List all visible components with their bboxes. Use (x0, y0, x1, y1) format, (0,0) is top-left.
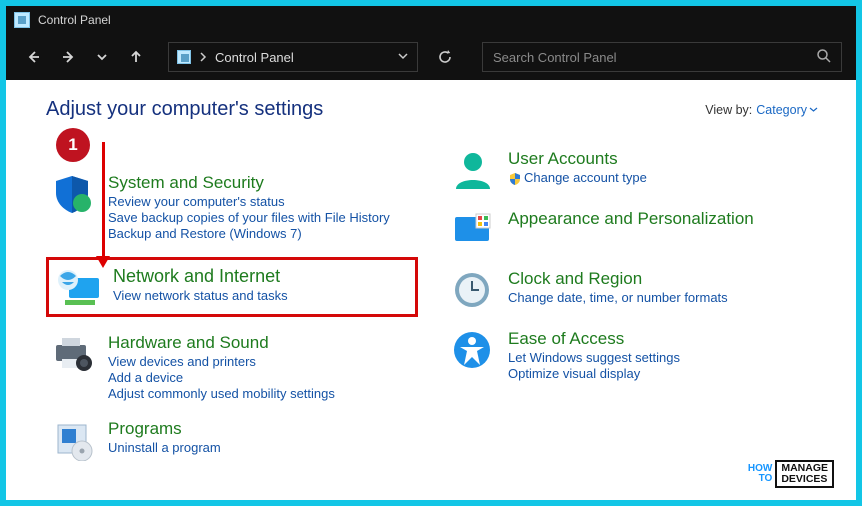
control-panel-icon (14, 12, 30, 28)
search-icon (816, 48, 831, 66)
search-input[interactable] (493, 50, 816, 65)
annotation-arrow (102, 142, 105, 258)
page-heading: Adjust your computer's settings (46, 98, 323, 121)
recent-dropdown-button[interactable] (88, 43, 116, 71)
category-title[interactable]: User Accounts (508, 149, 647, 169)
address-icon (177, 50, 191, 64)
back-button[interactable] (20, 43, 48, 71)
navigation-toolbar: Control Panel (6, 34, 856, 80)
programs-icon (50, 419, 96, 461)
category-title[interactable]: Appearance and Personalization (508, 209, 754, 229)
printer-icon (50, 333, 96, 375)
refresh-button[interactable] (428, 42, 462, 72)
up-button[interactable] (122, 43, 150, 71)
chevron-down-icon (809, 105, 818, 114)
category-clock-region: Clock and Region Change date, time, or n… (446, 267, 818, 313)
accessibility-icon (450, 329, 496, 371)
clock-icon (450, 269, 496, 311)
category-title[interactable]: Clock and Region (508, 269, 728, 289)
category-link[interactable]: Review your computer's status (108, 194, 390, 209)
category-link[interactable]: Add a device (108, 370, 335, 385)
content-area: 1 Adjust your computer's settings View b… (6, 80, 856, 500)
view-by-label: View by: (705, 103, 752, 117)
view-by-control: View by: Category (705, 103, 818, 117)
address-bar[interactable]: Control Panel (168, 42, 418, 72)
category-link[interactable]: View devices and printers (108, 354, 335, 369)
appearance-icon (450, 209, 496, 251)
control-panel-window: Control Panel Control Panel (6, 6, 856, 500)
title-bar: Control Panel (6, 6, 856, 34)
category-title[interactable]: Hardware and Sound (108, 333, 335, 353)
category-link[interactable]: Save backup copies of your files with Fi… (108, 210, 390, 225)
category-user-accounts: User Accounts Change account type (446, 147, 818, 193)
user-icon (450, 149, 496, 191)
category-link[interactable]: Adjust commonly used mobility settings (108, 386, 335, 401)
search-box[interactable] (482, 42, 842, 72)
category-title[interactable]: System and Security (108, 173, 390, 193)
category-hardware-sound: Hardware and Sound View devices and prin… (46, 331, 418, 403)
category-link[interactable]: Uninstall a program (108, 440, 221, 455)
watermark-logo: HOW TO MANAGE DEVICES (748, 460, 834, 488)
view-by-dropdown[interactable]: Category (756, 103, 818, 117)
category-programs: Programs Uninstall a program (46, 417, 418, 463)
category-link[interactable]: Let Windows suggest settings (508, 350, 680, 365)
network-icon (55, 266, 101, 308)
category-title[interactable]: Network and Internet (113, 266, 288, 287)
category-appearance-personalization: Appearance and Personalization (446, 207, 818, 253)
category-ease-of-access: Ease of Access Let Windows suggest setti… (446, 327, 818, 383)
window-title: Control Panel (38, 13, 111, 27)
category-link[interactable]: Optimize visual display (508, 366, 680, 381)
breadcrumb-item[interactable]: Control Panel (215, 50, 294, 65)
category-link[interactable]: Change date, time, or number formats (508, 290, 728, 305)
chevron-right-icon (199, 52, 207, 62)
address-dropdown-button[interactable] (397, 50, 409, 65)
forward-button[interactable] (54, 43, 82, 71)
category-link[interactable]: Change account type (508, 170, 647, 186)
category-link[interactable]: Backup and Restore (Windows 7) (108, 226, 390, 241)
category-link[interactable]: View network status and tasks (113, 288, 288, 303)
shield-icon (50, 173, 96, 215)
category-title[interactable]: Ease of Access (508, 329, 680, 349)
right-column: User Accounts Change account type (446, 147, 818, 463)
uac-shield-icon (508, 172, 522, 186)
category-title[interactable]: Programs (108, 419, 221, 439)
annotation-step-badge: 1 (56, 128, 90, 162)
